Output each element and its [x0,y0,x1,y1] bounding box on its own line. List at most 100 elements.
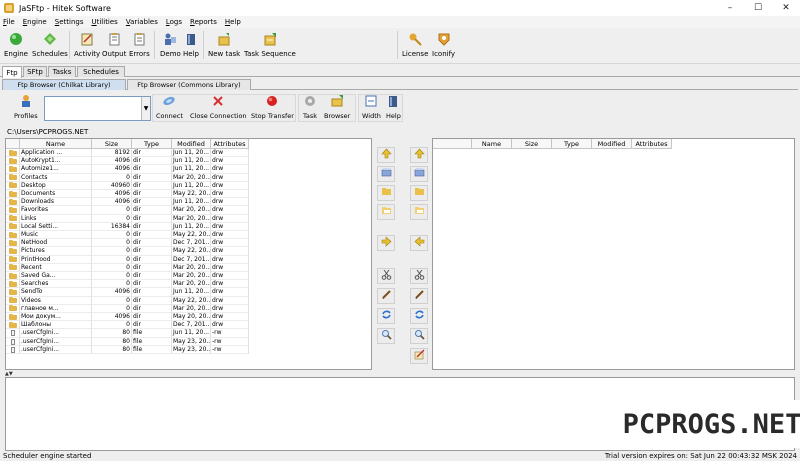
schedules-button[interactable]: Schedules [32,31,68,58]
local-up-button[interactable] [377,147,395,163]
connect-button[interactable]: Connect [156,94,183,120]
table-row[interactable]: .userCfgIni... 80 file May 23, 20... -rw [6,337,249,346]
remote-edit-button[interactable] [410,348,428,364]
table-row[interactable]: Application ... 8192 dir Jun 11, 20... drw [6,149,249,158]
stop-transfer-button[interactable]: Stop Transfer [251,94,294,120]
local-rename-button[interactable] [377,288,395,304]
remote-col-modified[interactable]: Modified [592,139,632,149]
local-refresh-button[interactable] [377,308,395,324]
local-col-name[interactable]: Name [20,139,92,149]
ftp-help-button[interactable]: Help [386,94,401,120]
table-row[interactable]: Saved Ga... 0 dir Mar 20, 20... drw [6,272,249,281]
table-row[interactable]: Local Setti... 16384 dir Jun 11, 20... drw [6,222,249,231]
table-row[interactable]: Pictures 0 dir May 22, 20... drw [6,247,249,256]
remote-open-folder-button[interactable] [410,204,428,220]
activity-button[interactable]: Activity [74,31,100,58]
local-col-type[interactable]: Type [132,139,172,149]
folder-icon [9,157,17,164]
table-row[interactable]: Automize1... 4096 dir Jun 11, 20... drw [6,165,249,174]
task-sequence-button[interactable]: Task Sequence [244,31,296,58]
table-row[interactable]: Music 0 dir May 22, 20... drw [6,231,249,240]
table-row[interactable]: .userCfgIni... 80 file Jun 11, 20... -rw [6,329,249,338]
local-search-button[interactable] [377,328,395,344]
remote-col-size[interactable]: Size [512,139,552,149]
table-row[interactable]: Contacts 0 dir Mar 20, 20... drw [6,173,249,182]
browser-tabs: Ftp Browser (Chilkat Library) Ftp Browse… [2,79,798,90]
cell-modified: Mar 20, 20... [172,280,211,289]
close-connection-button[interactable]: Close Connection [190,94,247,120]
local-col-modified[interactable]: Modified [172,139,211,149]
remote-search-button[interactable] [410,328,428,344]
table-row[interactable]: Searches 0 dir Mar 20, 20... drw [6,280,249,289]
table-row[interactable]: Downloads 4096 dir Jun 11, 20... drw [6,198,249,207]
menu-engine[interactable]: Engine [22,18,48,26]
local-open-folder-button[interactable] [377,204,395,220]
profile-combo[interactable]: ▼ [44,96,151,121]
tab-ftp[interactable]: Ftp [2,66,22,78]
tab-commons-browser[interactable]: Ftp Browser (Commons Library) [127,79,251,90]
table-row[interactable]: .userCfgIni... 80 file May 23, 20... -rw [6,345,249,354]
table-row[interactable]: Favorites 0 dir Mar 20, 20... drw [6,206,249,215]
cell-attr: drw [211,272,249,281]
new-task-button[interactable]: New task [208,31,240,58]
remote-refresh-button[interactable] [410,308,428,324]
folder-icon [9,288,17,295]
iconify-button[interactable]: Iconify [432,31,455,58]
minimize-button[interactable]: – [716,0,744,16]
tab-schedules[interactable]: Schedules [77,66,125,77]
menu-help[interactable]: Help [224,18,242,26]
download-button[interactable] [410,235,428,251]
task-button[interactable]: Task [303,94,317,120]
remote-new-folder-button[interactable] [410,185,428,201]
profiles-button[interactable]: Profiles [14,94,38,120]
table-row[interactable]: Links 0 dir Mar 20, 20... drw [6,214,249,223]
local-drives-button[interactable] [377,166,395,182]
tab-chilkat-browser[interactable]: Ftp Browser (Chilkat Library) [2,79,126,90]
tab-tasks[interactable]: Tasks [48,66,76,77]
table-row[interactable]: AutoKrypt1... 4096 dir Jun 11, 20... drw [6,157,249,166]
cell-size: 4096 [92,165,132,174]
table-row[interactable]: Recent 0 dir Mar 20, 20... drw [6,263,249,272]
local-col-attributes[interactable]: Attributes [211,139,249,149]
license-button[interactable]: License [402,31,428,58]
menu-reports[interactable]: Reports [189,18,218,26]
table-row[interactable]: Videos 0 dir May 22, 20... drw [6,296,249,305]
remote-col-type[interactable]: Type [552,139,592,149]
table-row[interactable]: Шаблоны 0 dir Dec 7, 201... drw [6,321,249,330]
license-icon [407,31,423,47]
local-new-folder-button[interactable] [377,185,395,201]
help-button[interactable]: Help [183,31,199,58]
table-row[interactable]: Desktop 40960 dir Jun 11, 20... drw [6,181,249,190]
close-button[interactable]: ✕ [772,0,800,16]
output-button[interactable]: Output [102,31,126,58]
remote-col-name[interactable]: Name [472,139,512,149]
remote-drives-button[interactable] [410,166,428,182]
menu-settings[interactable]: Settings [54,18,85,26]
errors-button[interactable]: Errors [129,31,150,58]
engine-button[interactable]: Engine [4,31,28,58]
table-row[interactable]: Documents 4096 dir May 22, 20... drw [6,190,249,199]
chevron-down-icon[interactable]: ▼ [141,97,150,120]
table-row[interactable]: PrintHood 0 dir Dec 7, 201... drw [6,255,249,264]
menu-variables[interactable]: Variables [125,18,159,26]
remote-cut-button[interactable] [410,268,428,284]
maximize-button[interactable]: ☐ [744,0,772,16]
demo-button[interactable]: Demo [160,31,181,58]
remote-rename-button[interactable] [410,288,428,304]
menu-file[interactable]: File [2,18,16,26]
width-button[interactable]: Width [362,94,381,120]
menu-utilities[interactable]: Utilities [90,18,118,26]
local-col-size[interactable]: Size [92,139,132,149]
table-row[interactable]: NetHood 0 dir Dec 7, 201... drw [6,239,249,248]
table-row[interactable]: Мои докум... 4096 dir May 20, 20... drw [6,313,249,322]
remote-up-button[interactable] [410,147,428,163]
cell-type: dir [132,190,172,199]
browser-button[interactable]: Browser [324,94,350,120]
local-cut-button[interactable] [377,268,395,284]
table-row[interactable]: главное м... 0 dir Mar 20, 20... drw [6,304,249,313]
upload-button[interactable] [377,235,395,251]
table-row[interactable]: SendTo 4096 dir Jun 11, 20... drw [6,288,249,297]
menu-logs[interactable]: Logs [165,18,183,26]
tab-sftp[interactable]: SFtp [23,66,47,77]
remote-col-attributes[interactable]: Attributes [632,139,672,149]
